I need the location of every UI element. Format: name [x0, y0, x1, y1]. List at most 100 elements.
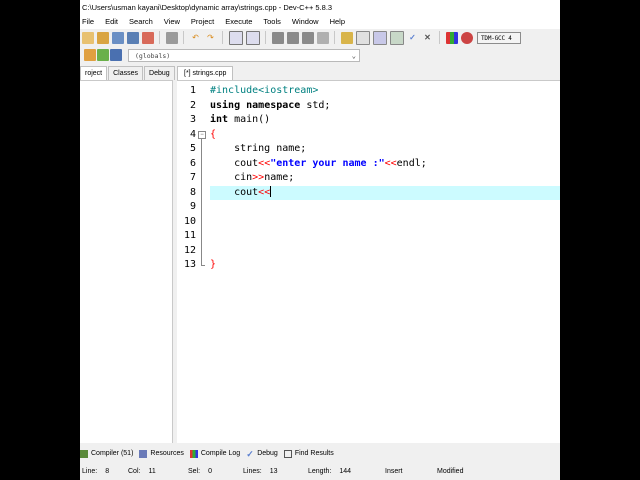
compile-run-icon[interactable]: [372, 30, 387, 45]
status-line-label: Line:: [82, 468, 98, 475]
status-bar: Line: 8 Col: 11 Sel: 0 Lines: 13 Length: 144 …: [80, 464, 560, 480]
text-caret: [270, 186, 272, 197]
status-col: Col: 11: [128, 464, 156, 480]
tab-project[interactable]: roject: [80, 66, 108, 80]
status-length-label: Length:: [308, 468, 332, 475]
print-icon[interactable]: [165, 31, 178, 44]
window-title: C:\Users\usman kayani\Desktop\dynamic ar…: [80, 0, 560, 15]
insert-icon[interactable]: [83, 49, 96, 61]
statement: string name;: [210, 143, 307, 154]
menu-file[interactable]: File: [80, 15, 99, 29]
code-line-8: cout<<: [210, 185, 560, 200]
status-insert-mode: Insert: [385, 468, 403, 475]
code-line-7: cin>>name;: [210, 171, 560, 186]
line-number: 2: [189, 99, 196, 111]
project-panel: [80, 80, 173, 443]
toggle-comment-icon[interactable]: [301, 31, 314, 44]
compile-log-icon: [189, 449, 198, 458]
open-file-icon[interactable]: [96, 31, 109, 44]
tab-label: Find Results: [294, 450, 334, 457]
status-col-value: 11: [148, 468, 156, 475]
line-number: 12: [183, 244, 196, 256]
menu-window[interactable]: Window: [286, 15, 324, 29]
status-length: Length: 144: [308, 464, 351, 480]
status-lines-label: Lines:: [243, 468, 262, 475]
fold-collapse-icon[interactable]: −: [198, 131, 206, 139]
status-sel-value: 0: [208, 468, 212, 475]
keyword: namespace: [246, 99, 301, 111]
profile-icon[interactable]: [445, 31, 458, 44]
menu-tools[interactable]: Tools: [257, 15, 286, 29]
menu-execute[interactable]: Execute: [219, 15, 257, 29]
debug-icon[interactable]: [460, 31, 473, 44]
operator: <<: [258, 186, 271, 198]
line-number: 9: [189, 201, 196, 212]
compiler-select[interactable]: TDM-GCC 4: [477, 31, 521, 44]
save-all-icon[interactable]: [126, 31, 139, 44]
menu-search[interactable]: Search: [123, 15, 158, 29]
compile-icon[interactable]: [340, 31, 353, 44]
menu-help[interactable]: Help: [324, 15, 350, 29]
line-number: 7: [189, 172, 196, 183]
menu-bar: File Edit Search View Project Execute To…: [80, 15, 560, 29]
output-panel-tabs: Compiler (51) Resources Compile Log ✓ Deb…: [80, 446, 560, 461]
tab-find-results[interactable]: Find Results: [283, 449, 334, 458]
close-file-icon[interactable]: [141, 31, 154, 44]
tab-label: Compile Log: [200, 450, 241, 457]
tab-compiler[interactable]: Compiler (51): [80, 449, 134, 458]
code-area[interactable]: #include<iostream> using namespace std; …: [210, 81, 560, 443]
line-number: 4: [189, 128, 196, 140]
status-col-label: Col:: [128, 468, 141, 475]
new-file-icon[interactable]: [81, 31, 94, 44]
tab-debug-output[interactable]: ✓ Debug: [246, 449, 278, 458]
status-length-value: 144: [339, 468, 352, 475]
scope-select-value: (globals): [135, 52, 171, 60]
abort-icon[interactable]: ✕: [422, 32, 434, 44]
identifier: cout: [210, 186, 259, 198]
toolbar-separator: [334, 31, 335, 44]
bookmark-icon[interactable]: [316, 31, 329, 44]
operator: <<: [258, 157, 271, 169]
save-icon[interactable]: [111, 31, 124, 44]
replace-icon[interactable]: [245, 30, 260, 45]
goto-bookmark-icon[interactable]: [109, 49, 122, 61]
line-number: 6: [189, 157, 196, 169]
tab-label: Debug: [257, 450, 278, 457]
line-number: 8: [189, 186, 196, 198]
tab-compile-log[interactable]: Compile Log: [189, 449, 241, 458]
identifier: main(): [228, 114, 271, 125]
rebuild-icon[interactable]: [389, 30, 404, 45]
indent-icon[interactable]: [271, 31, 284, 44]
toggle-bookmark-icon[interactable]: [96, 49, 109, 61]
redo-icon[interactable]: ↷: [205, 32, 217, 44]
code-editor[interactable]: 1 2 3 4 5 6 7 8 9 10 11 12 13 − #include…: [177, 80, 560, 443]
identifier: cout: [210, 157, 259, 169]
toolbar-separator: [222, 31, 223, 44]
identifier: name;: [264, 172, 295, 183]
run-icon[interactable]: [355, 30, 370, 45]
scope-select[interactable]: (globals) ⌄: [128, 49, 360, 62]
tab-strings-cpp[interactable]: [*] strings.cpp: [177, 66, 234, 81]
menu-view[interactable]: View: [158, 15, 185, 29]
fold-column: −: [197, 81, 209, 443]
status-line: Line: 8: [82, 464, 109, 480]
main-toolbar: ↶ ↷ ✓ ✕ TDM-GCC 4: [80, 29, 560, 46]
undo-icon[interactable]: ↶: [190, 32, 202, 44]
status-sel-label: Sel:: [188, 468, 201, 475]
compiler-icon: [80, 449, 88, 458]
unindent-icon[interactable]: [286, 31, 299, 44]
toolbar-separator: [439, 31, 440, 44]
line-number: 5: [189, 143, 196, 154]
check-syntax-icon[interactable]: ✓: [407, 32, 419, 44]
tab-classes[interactable]: Classes: [108, 66, 144, 80]
tab-label: Compiler (51): [91, 450, 134, 457]
code-line-1: #include<iostream>: [210, 84, 560, 99]
resources-icon: [139, 449, 148, 458]
tab-resources[interactable]: Resources: [139, 449, 184, 458]
menu-project[interactable]: Project: [185, 15, 219, 29]
menu-edit[interactable]: Edit: [99, 15, 123, 29]
keyword: using: [210, 99, 241, 111]
line-number: 3: [189, 114, 196, 125]
tab-debug[interactable]: Debug: [144, 66, 175, 80]
find-icon[interactable]: [228, 30, 243, 45]
